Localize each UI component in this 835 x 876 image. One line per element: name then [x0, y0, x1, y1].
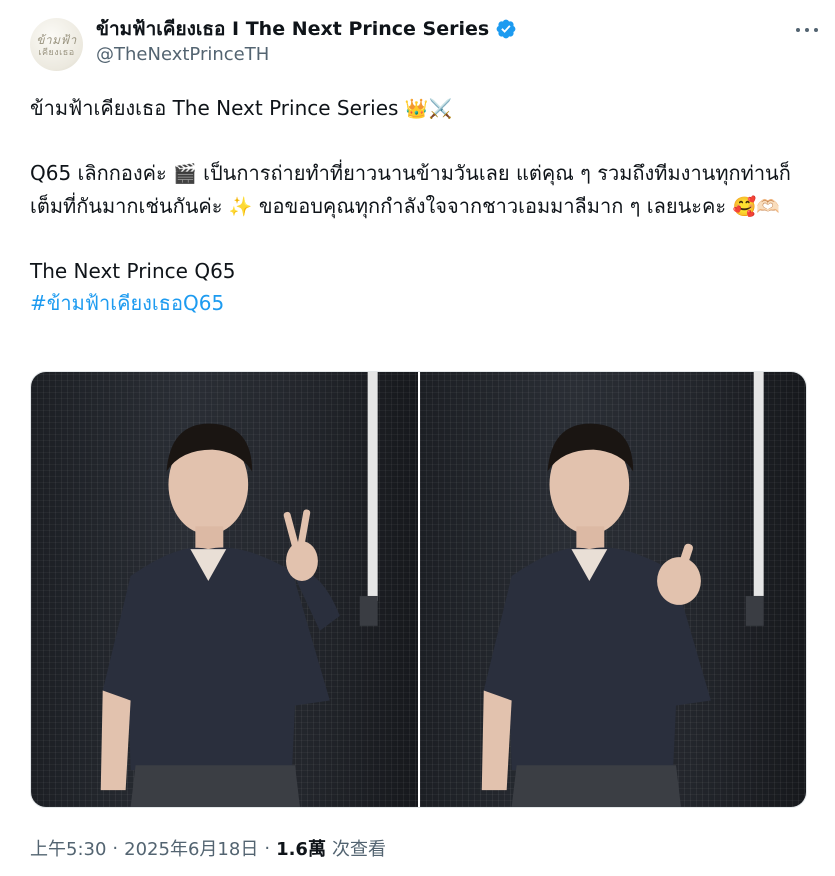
account-handle[interactable]: @TheNextPrinceTH [96, 44, 269, 65]
tweet-paragraph-2: Q65 เลิกกองค่ะ 🎬 เป็นการถ่ายทำที่ยาวนานข… [30, 161, 791, 218]
clapper-emoji: 🎬 [173, 163, 197, 185]
sparkles-emoji: ✨ [228, 196, 253, 218]
avatar[interactable]: ข้ามฟ้า เคียงเธอ [30, 18, 83, 71]
smile-heart-hands-emoji: 🥰🫶🏻 [732, 196, 780, 218]
tweet-time[interactable]: 上午5:30 [30, 835, 106, 861]
tweet-header: ข้ามฟ้า เคียงเธอ ข้ามฟ้าเคียงเธอ I The N… [30, 14, 820, 74]
more-options-icon[interactable] [794, 20, 820, 40]
views-label: 次查看 [331, 839, 386, 860]
views-count: 1.6萬 [276, 839, 326, 860]
tweet-date[interactable]: 2025年6月18日 [124, 835, 258, 861]
tweet-meta: 上午5:30 · 2025年6月18日 · 1.6萬 次查看 [30, 834, 386, 862]
photo-left[interactable] [31, 372, 418, 807]
media-grid [30, 371, 807, 808]
tweet-title-line: The Next Prince Q65 [30, 259, 236, 283]
verified-badge-icon [496, 19, 516, 39]
meta-separator: · [112, 837, 119, 859]
tweet-text: ข้ามฟ้าเคียงเธอ The Next Prince Series 👑… [30, 92, 815, 319]
photo-right-illustration [481, 372, 764, 807]
hashtag-link[interactable]: #ข้ามฟ้าเคียงเธอQ65 [30, 287, 815, 319]
name-row: ข้ามฟ้าเคียงเธอ I The Next Prince Series [96, 16, 517, 42]
photo-left-illustration [100, 372, 378, 807]
photo-right[interactable] [419, 372, 806, 807]
meta-separator-2: · [264, 837, 271, 859]
display-name[interactable]: ข้ามฟ้าเคียงเธอ I The Next Prince Series [96, 14, 489, 44]
tweet-line-1: ข้ามฟ้าเคียงเธอ The Next Prince Series 👑… [30, 96, 453, 120]
crown-swords-emoji: 👑⚔️ [404, 98, 453, 120]
avatar-logo-text-2: เคียงเธอ [38, 48, 75, 58]
